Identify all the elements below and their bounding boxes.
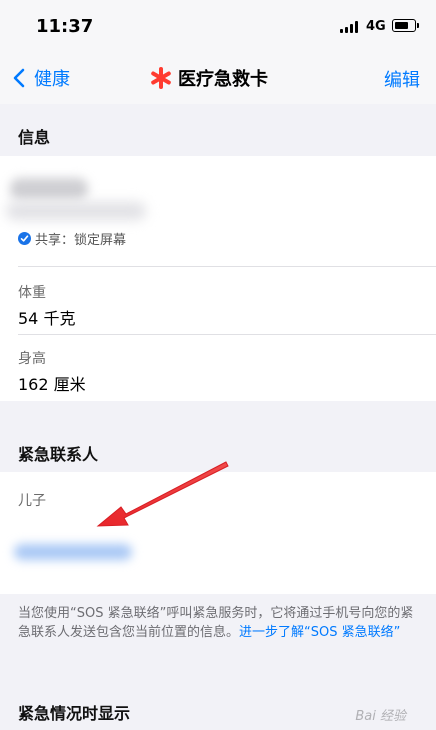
battery-icon — [392, 19, 419, 32]
watermark: Bai 经验 — [355, 709, 406, 724]
blurred-detail — [6, 202, 146, 220]
status-bar: 11:37 4G — [0, 0, 436, 52]
back-button[interactable]: 健康 — [8, 64, 70, 92]
edit-button[interactable]: 编辑 — [384, 66, 420, 92]
blurred-phone-number[interactable] — [14, 544, 132, 560]
emergency-contact-card[interactable]: 儿子 — [0, 472, 436, 594]
chevron-left-icon — [8, 64, 30, 92]
checkmark-icon — [18, 232, 31, 245]
network-type: 4G — [366, 19, 386, 34]
weight-value: 54 千克 — [18, 309, 76, 328]
signal-icon — [340, 21, 360, 33]
display-section-header: 紧急情况时显示 — [18, 704, 131, 723]
share-text: 共享：锁定屏幕 — [35, 233, 127, 248]
divider — [18, 334, 436, 335]
contact-relation: 儿子 — [18, 493, 46, 509]
info-card: 共享：锁定屏幕 体重 54 千克 身高 162 厘米 — [0, 156, 436, 401]
status-time: 11:37 — [36, 16, 94, 37]
page-title: 医疗急救卡 — [178, 69, 268, 90]
blurred-name — [10, 178, 88, 200]
info-section-header: 信息 — [18, 128, 51, 147]
height-value: 162 厘米 — [18, 375, 86, 394]
navigation-bar: 健康 医疗急救卡 编辑 — [0, 52, 436, 104]
height-label: 身高 — [18, 351, 46, 367]
divider — [18, 266, 436, 267]
weight-label: 体重 — [18, 285, 46, 301]
nav-title-group: 医疗急救卡 — [150, 64, 268, 92]
red-asterisk-icon — [150, 64, 172, 92]
sos-footnote: 当您使用“SOS 紧急联络”呼叫紧急服务时，它将通过手机号向您的紧急联系人发送包… — [18, 604, 422, 642]
back-label: 健康 — [34, 69, 70, 90]
emergency-contacts-header: 紧急联系人 — [18, 445, 99, 464]
share-status: 共享：锁定屏幕 — [18, 229, 126, 248]
learn-more-link[interactable]: 进一步了解“SOS 紧急联络” — [239, 625, 400, 640]
